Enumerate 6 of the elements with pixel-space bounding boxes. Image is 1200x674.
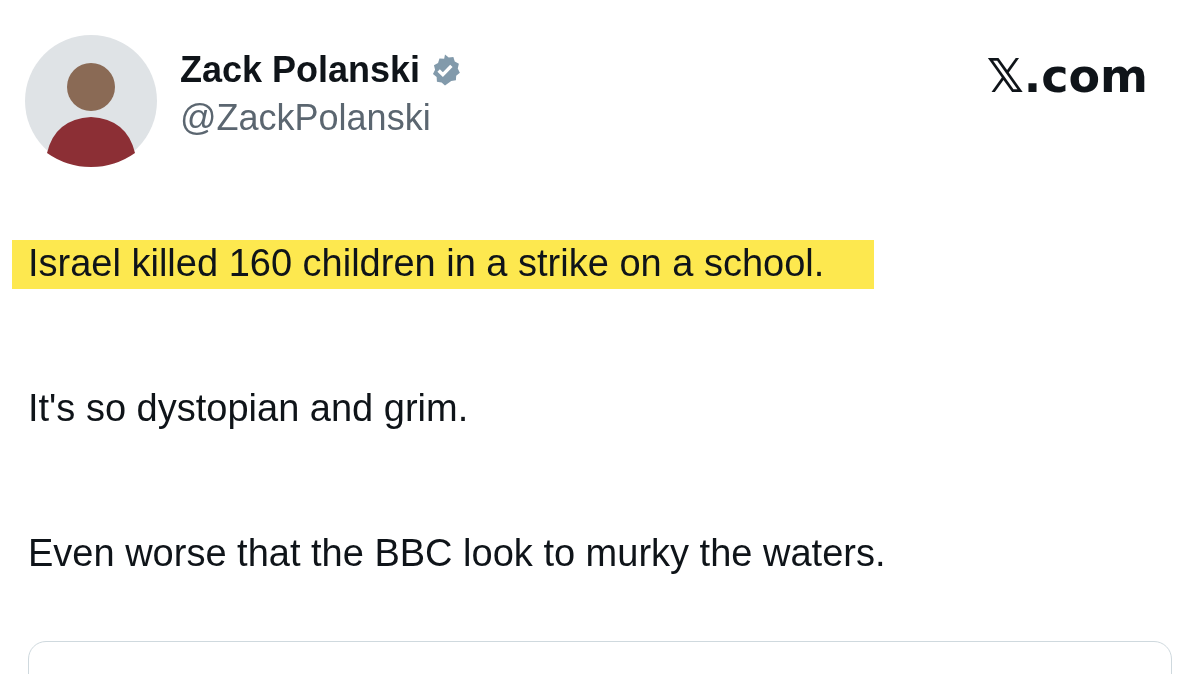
post-text: Even worse that the BBC look to murky the waters. <box>28 531 887 576</box>
post-text: It's so dystopian and grim. <box>28 386 470 431</box>
post-text: Israel killed 160 children in a strike on a school. <box>12 240 875 289</box>
author-name[interactable]: Zack Polanski <box>180 49 421 91</box>
site-label: 𝕏.com <box>986 49 1148 103</box>
author-handle[interactable]: @ZackPolanski <box>180 97 463 139</box>
